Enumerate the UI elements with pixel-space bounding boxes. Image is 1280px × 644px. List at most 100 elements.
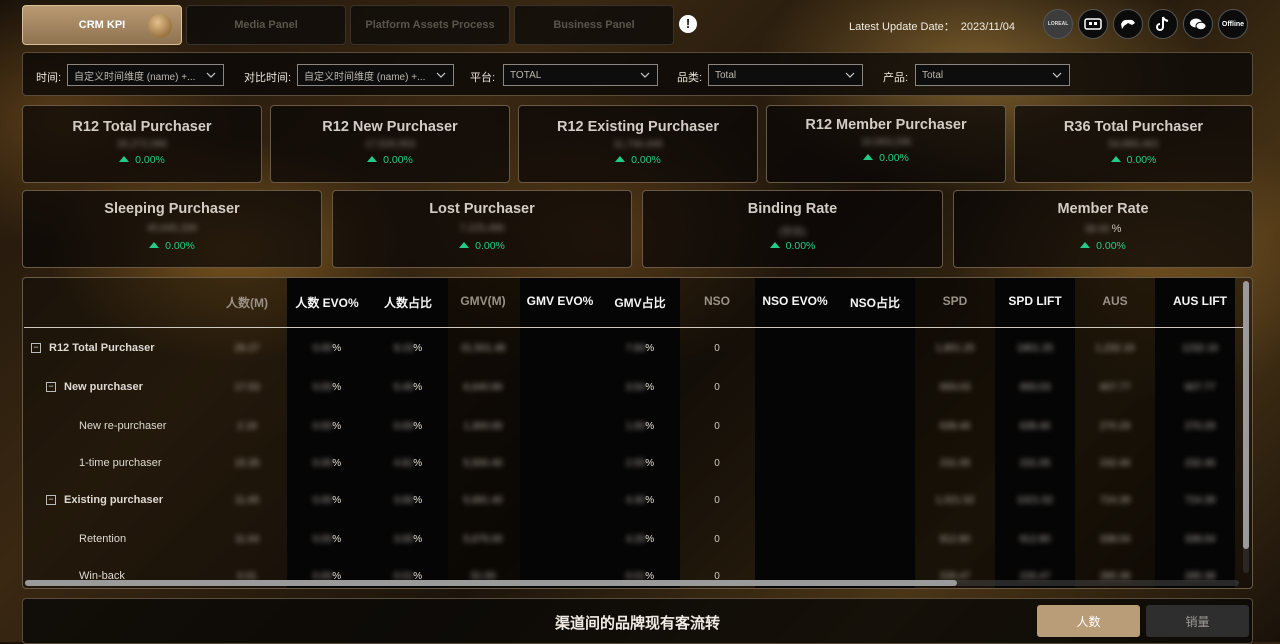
table-cell: 693.03: [990, 382, 1080, 393]
brand-logo-text: LOREAL: [1047, 21, 1069, 27]
kpi-change-value: 0.00%: [135, 154, 165, 166]
column-header[interactable]: 人数 EVO%: [287, 294, 367, 311]
table-cell: 338.04: [1070, 534, 1160, 545]
brand-logo-icon[interactable]: LOREAL: [1043, 9, 1073, 39]
kpi-value: 38.00: [1084, 224, 1110, 235]
table-cell: 724.39: [1070, 495, 1160, 506]
kpi-card-r36-total-purchaser: R36 Total Purchaser 54,865,462 0.00%: [1014, 105, 1253, 183]
collapse-toggle-icon[interactable]: −: [31, 343, 41, 353]
cell-value: 5,500.40: [463, 458, 503, 469]
time-select[interactable]: 自定义时间维度 (name) +...: [67, 64, 224, 86]
kpi-card-binding-rate: Binding Rate (空白) 0.00%: [642, 190, 943, 268]
kpi-card-r12-new-purchaser: R12 New Purchaser 17,526,553 0.00%: [270, 105, 510, 183]
cell-value: 724.39: [1184, 495, 1216, 506]
cell-value: 7.84: [625, 343, 646, 354]
table-cell: 724.39: [1155, 495, 1245, 506]
compare-time-select[interactable]: 自定义时间维度 (name) +...: [297, 64, 454, 86]
table-cell: 0: [714, 534, 720, 545]
tab-label: Business Panel: [553, 19, 635, 31]
percent-suffix: %: [332, 458, 342, 469]
cell-value: 0.00: [312, 421, 333, 432]
table-cell: 5,681.40: [438, 495, 528, 506]
table-cell: 0: [714, 421, 720, 432]
column-header[interactable]: NSO EVO%: [755, 294, 835, 308]
table-cell: 0.00%: [282, 382, 372, 393]
collapse-toggle-icon[interactable]: −: [46, 495, 56, 505]
filter-label-platform: 平台:: [470, 72, 496, 84]
column-header[interactable]: SPD: [915, 294, 995, 308]
product-select[interactable]: Total: [915, 64, 1070, 86]
wechat-icon[interactable]: [1183, 9, 1213, 39]
vertical-scrollbar-thumb[interactable]: [1243, 281, 1249, 549]
cell-value: 5.49: [393, 382, 414, 393]
column-header[interactable]: GMV占比: [600, 294, 680, 311]
cell-value: 5,675.00: [463, 534, 503, 545]
cell-value: 1,300.00: [463, 421, 503, 432]
cell-value: 6,640.66: [463, 382, 503, 393]
column-header[interactable]: NSO占比: [835, 294, 915, 311]
column-header[interactable]: AUS LIFT: [1160, 294, 1240, 308]
cell-value: 912.80: [939, 534, 971, 545]
jd-icon[interactable]: [1113, 9, 1143, 39]
toggle-sales-volume[interactable]: 销量: [1146, 605, 1249, 637]
row-label: New purchaser: [64, 381, 143, 393]
cell-value: 0.00: [312, 495, 333, 506]
table-cell: 0.00%: [282, 495, 372, 506]
column-header[interactable]: AUS: [1075, 294, 1155, 308]
column-header[interactable]: GMV(M): [447, 294, 519, 308]
kpi-value: 17,526,553: [364, 139, 416, 150]
percent-suffix: %: [413, 382, 423, 393]
table-cell: 270.29: [1070, 421, 1160, 432]
table-cell: 0: [714, 382, 720, 393]
category-select[interactable]: Total: [708, 64, 863, 86]
table-cell: 2.19: [202, 421, 292, 432]
column-header[interactable]: GMV EVO%: [520, 294, 600, 308]
table-cell: 0: [714, 495, 720, 506]
cell-value: 11.64: [234, 534, 260, 545]
table-cell: 5,500.40: [438, 458, 528, 469]
toggle-headcount[interactable]: 人数: [1037, 605, 1140, 637]
table-cell: 11.65: [202, 495, 292, 506]
column-header[interactable]: SPD LIFT: [995, 294, 1075, 308]
column-header[interactable]: 人数占比: [368, 294, 448, 311]
tmall-icon[interactable]: [1078, 9, 1108, 39]
table-cell: 338.04: [1155, 534, 1245, 545]
offline-icon[interactable]: Offline: [1218, 9, 1248, 39]
chevron-down-icon: [436, 72, 446, 78]
cell-value: 2.55: [625, 458, 646, 469]
kpi-card-r12-total-purchaser: R12 Total Purchaser 26,272,096 0.00%: [22, 105, 262, 183]
select-value: TOTAL: [510, 69, 542, 81]
tab-crm-kpi[interactable]: CRM KPI: [22, 5, 182, 45]
column-band: [835, 278, 915, 588]
collapse-toggle-icon[interactable]: −: [46, 382, 56, 392]
cell-value: 0.00: [312, 458, 333, 469]
cell-value: 5,681.40: [463, 495, 503, 506]
alert-icon[interactable]: !: [679, 15, 697, 33]
column-header[interactable]: NSO: [679, 294, 755, 308]
chevron-down-icon: [1052, 72, 1062, 78]
update-label: Latest Update Date：: [849, 21, 955, 33]
kpi-title: R36 Total Purchaser: [1063, 119, 1204, 135]
row-label: New re-purchaser: [79, 420, 167, 432]
tab-media-panel[interactable]: Media Panel: [186, 5, 346, 45]
table-cell: 1,801.25: [910, 343, 1000, 354]
table-cell: 639.46: [990, 421, 1080, 432]
tab-business-panel[interactable]: Business Panel: [514, 5, 674, 45]
row-label: Existing purchaser: [64, 494, 164, 506]
kpi-change: 0.00%: [271, 154, 509, 166]
kpi-change: 0.00%: [519, 154, 757, 166]
table-cell: 1021.52: [990, 495, 1080, 506]
cell-value: 1,801.25: [935, 343, 975, 354]
column-header[interactable]: 人数(M): [207, 294, 287, 311]
cell-value: 9.19: [393, 343, 414, 354]
up-triangle-icon: [119, 156, 130, 162]
tab-platform-assets-process[interactable]: Platform Assets Process: [350, 5, 510, 45]
filter-label-product: 产品:: [883, 72, 909, 84]
tiktok-icon[interactable]: [1148, 9, 1178, 39]
percent-suffix: %: [332, 495, 342, 506]
kpi-card-lost-purchaser: Lost Purchaser 7,225,486 0.00%: [332, 190, 632, 268]
platform-select[interactable]: TOTAL: [503, 64, 658, 86]
kpi-change: 0.00%: [23, 154, 261, 166]
horizontal-scrollbar-thumb[interactable]: [25, 580, 957, 586]
kpi-change: 0.00%: [1015, 154, 1252, 166]
